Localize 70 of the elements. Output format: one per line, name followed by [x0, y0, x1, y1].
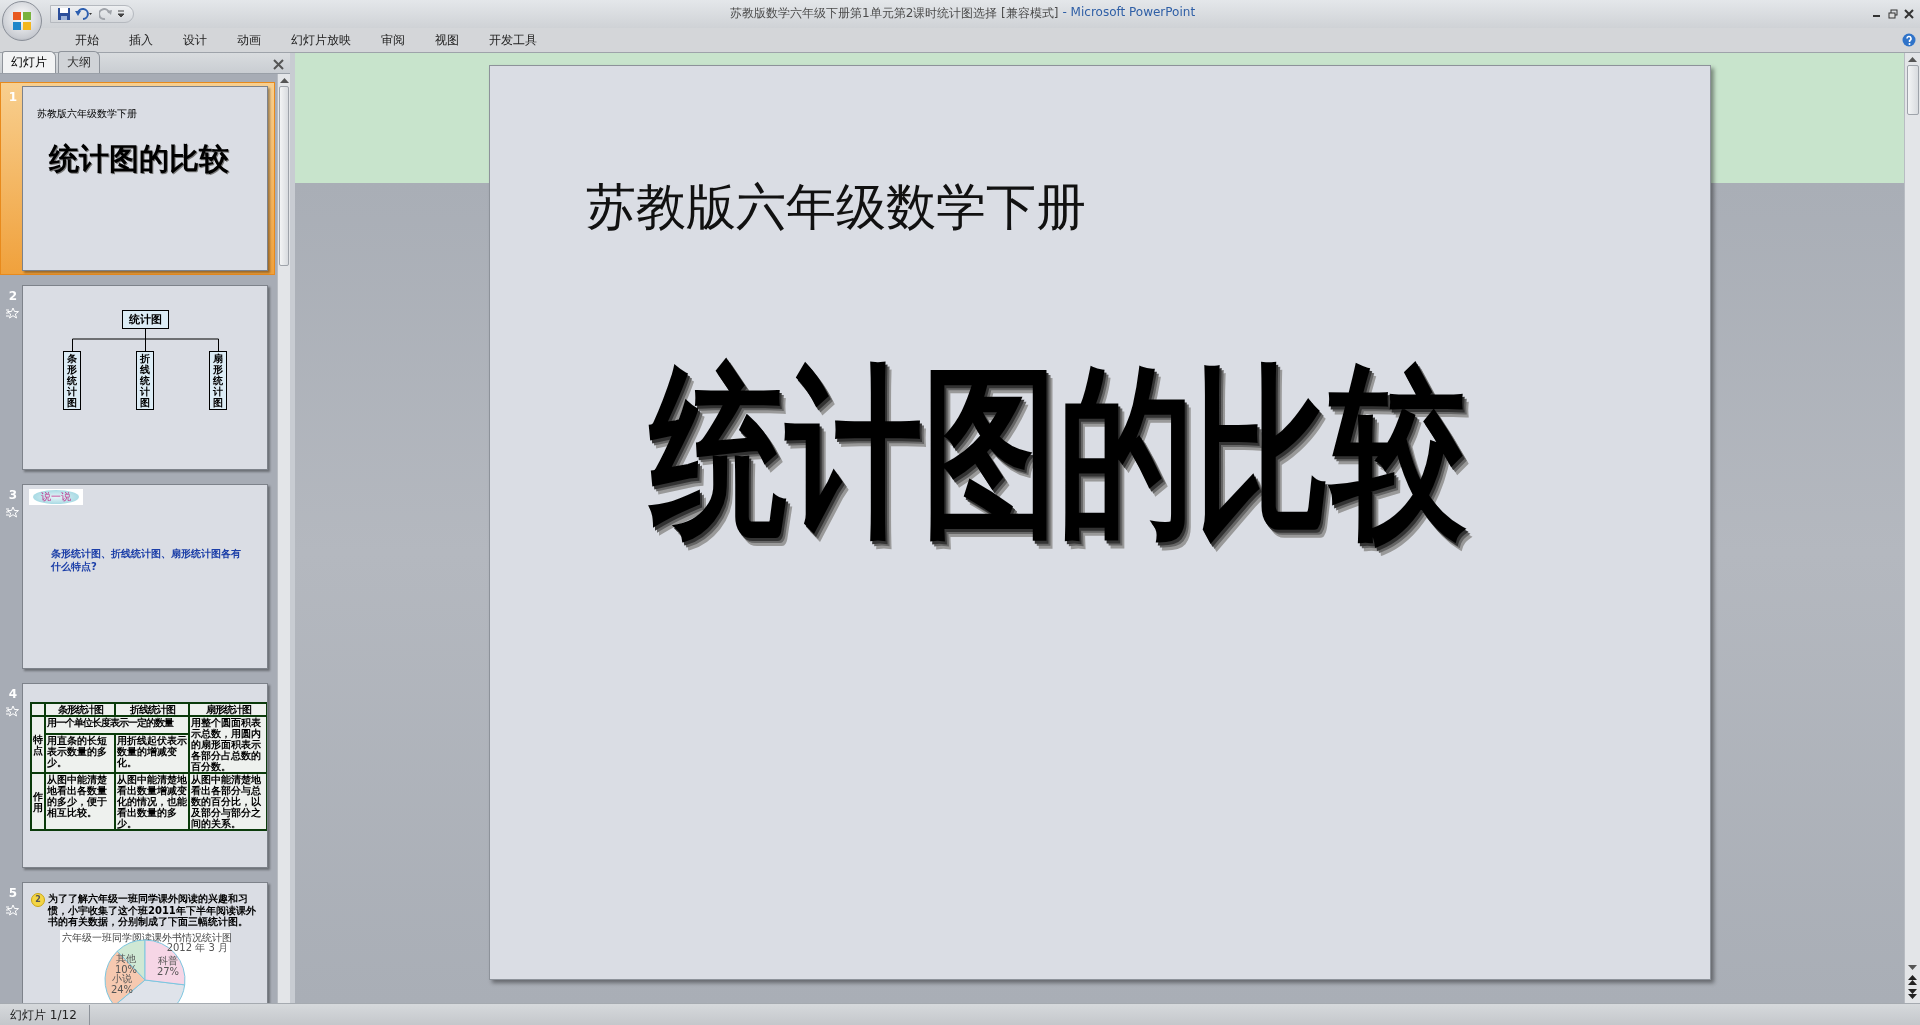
chart-node: 条形统计图: [63, 351, 81, 410]
undo-icon[interactable]: [75, 7, 95, 21]
ribbon-tab[interactable]: 幻灯片放映: [276, 31, 366, 49]
number-badge: 2: [31, 893, 45, 907]
ribbon-tab[interactable]: 开发工具: [474, 31, 552, 49]
save-icon[interactable]: [57, 7, 71, 21]
scrollbar[interactable]: [1904, 53, 1920, 1003]
table-header: 折线统计图: [115, 703, 189, 716]
help-icon[interactable]: [1902, 33, 1916, 47]
window-title: 苏教版数学六年级下册第1单元第2课时统计图选择 [兼容模式]: [730, 5, 1059, 22]
slide-subtitle: 苏教版六年级数学下册: [585, 177, 1086, 238]
table-cell: 用直条的长短表示数量的多少。: [45, 733, 115, 773]
slice-percent: 27%: [156, 965, 180, 977]
slide-title: 统计图的比较: [49, 140, 229, 178]
row-label: 作用: [31, 773, 45, 830]
next-slide-icon[interactable]: [1908, 989, 1917, 999]
ribbon-tab[interactable]: 开始: [60, 31, 114, 49]
previous-slide-icon[interactable]: [1908, 975, 1917, 985]
close-icon[interactable]: [1904, 9, 1914, 19]
table-cell: 用折线起伏表示数量的增减变化。: [115, 733, 189, 773]
table-cell: 从图中能清楚地看出各部分与总数的百分比，以及部分与部分之间的关系。: [189, 773, 267, 830]
pane-tab[interactable]: 大纲: [58, 51, 100, 73]
table-header: 扇形统计图: [189, 703, 267, 716]
chart-node: 扇形统计图: [209, 351, 227, 410]
slice-label: 小说: [112, 972, 132, 984]
table-cell: [31, 703, 45, 716]
scrollbar[interactable]: [277, 74, 290, 1003]
ribbon-tab[interactable]: 动画: [222, 31, 276, 49]
office-button[interactable]: [2, 1, 42, 41]
ribbon-tab[interactable]: 设计: [168, 31, 222, 49]
restore-icon[interactable]: [1888, 9, 1898, 19]
slide-number: 2: [8, 289, 18, 303]
row-label: 特点: [31, 716, 45, 773]
label-badge: 说一说: [29, 489, 83, 505]
dropdown-icon[interactable]: [117, 9, 125, 19]
table-cell: 用一个单位长度表示一定的数量: [45, 716, 189, 734]
slice-percent: 10%: [114, 963, 138, 975]
question-text: 条形统计图、折线统计图、扇形统计图各有什么特点?: [51, 547, 241, 573]
table-cell: 从图中能清楚地看出数量增减变化的情况，也能看出数量的多少。: [115, 773, 189, 830]
table-cell: 从图中能清楚地看出各数量的多少，便于相互比较。: [45, 773, 115, 830]
close-icon[interactable]: [273, 59, 284, 70]
slice-label: 科普: [158, 954, 178, 966]
chart-node: 折线统计图: [136, 351, 154, 410]
slide-title: 统计图的比较: [649, 344, 1466, 562]
scroll-thumb[interactable]: [1906, 65, 1919, 115]
slide-number: 5: [8, 886, 18, 900]
slide-number: 1: [8, 90, 18, 104]
ribbon-tab[interactable]: 视图: [420, 31, 474, 49]
chart-node: 统计图: [121, 310, 169, 329]
ribbon-tab[interactable]: 审阅: [366, 31, 420, 49]
ribbon-tab[interactable]: 插入: [114, 31, 168, 49]
table-header: 条形统计图: [45, 703, 115, 716]
app-name: - Microsoft PowerPoint: [1062, 5, 1196, 21]
slide-number: 3: [8, 488, 18, 502]
slide-number: 4: [8, 687, 18, 701]
scroll-up-icon[interactable]: [279, 77, 289, 84]
scroll-thumb[interactable]: [279, 86, 289, 266]
table-cell: 用整个圆面积表示总数，用圆内的扇形面积表示各部分占总数的百分数。: [189, 716, 267, 773]
slice-label: 其他: [116, 952, 136, 964]
thumbnail-item[interactable]: 1 苏教版六年级数学下册 统计图的比较: [0, 82, 275, 275]
logo-icon: [11, 10, 33, 32]
pane-tab[interactable]: 幻灯片: [2, 51, 56, 73]
scroll-up-icon[interactable]: [1908, 56, 1917, 63]
question-text: 为了了解六年级一班同学课外阅读的兴趣和习惯，小宇收集了这个班2011年下半年阅读课外书的有关数据，分别制成了下面三幅统计图。: [48, 893, 257, 928]
scroll-down-icon[interactable]: [1908, 964, 1917, 971]
thumbnail-item[interactable]: 3 说一说 条形统计图、折线统计图、扇形统计图各有什么特点?: [0, 480, 275, 673]
slice-percent: 24%: [110, 983, 134, 995]
slide-indicator: 幻灯片 1/12: [0, 1005, 90, 1025]
thumbnail-item[interactable]: 2 统计图 条形统计图 折线统计图 扇形统计图: [0, 281, 275, 474]
slide-subtitle: 苏教版六年级数学下册: [37, 107, 137, 121]
